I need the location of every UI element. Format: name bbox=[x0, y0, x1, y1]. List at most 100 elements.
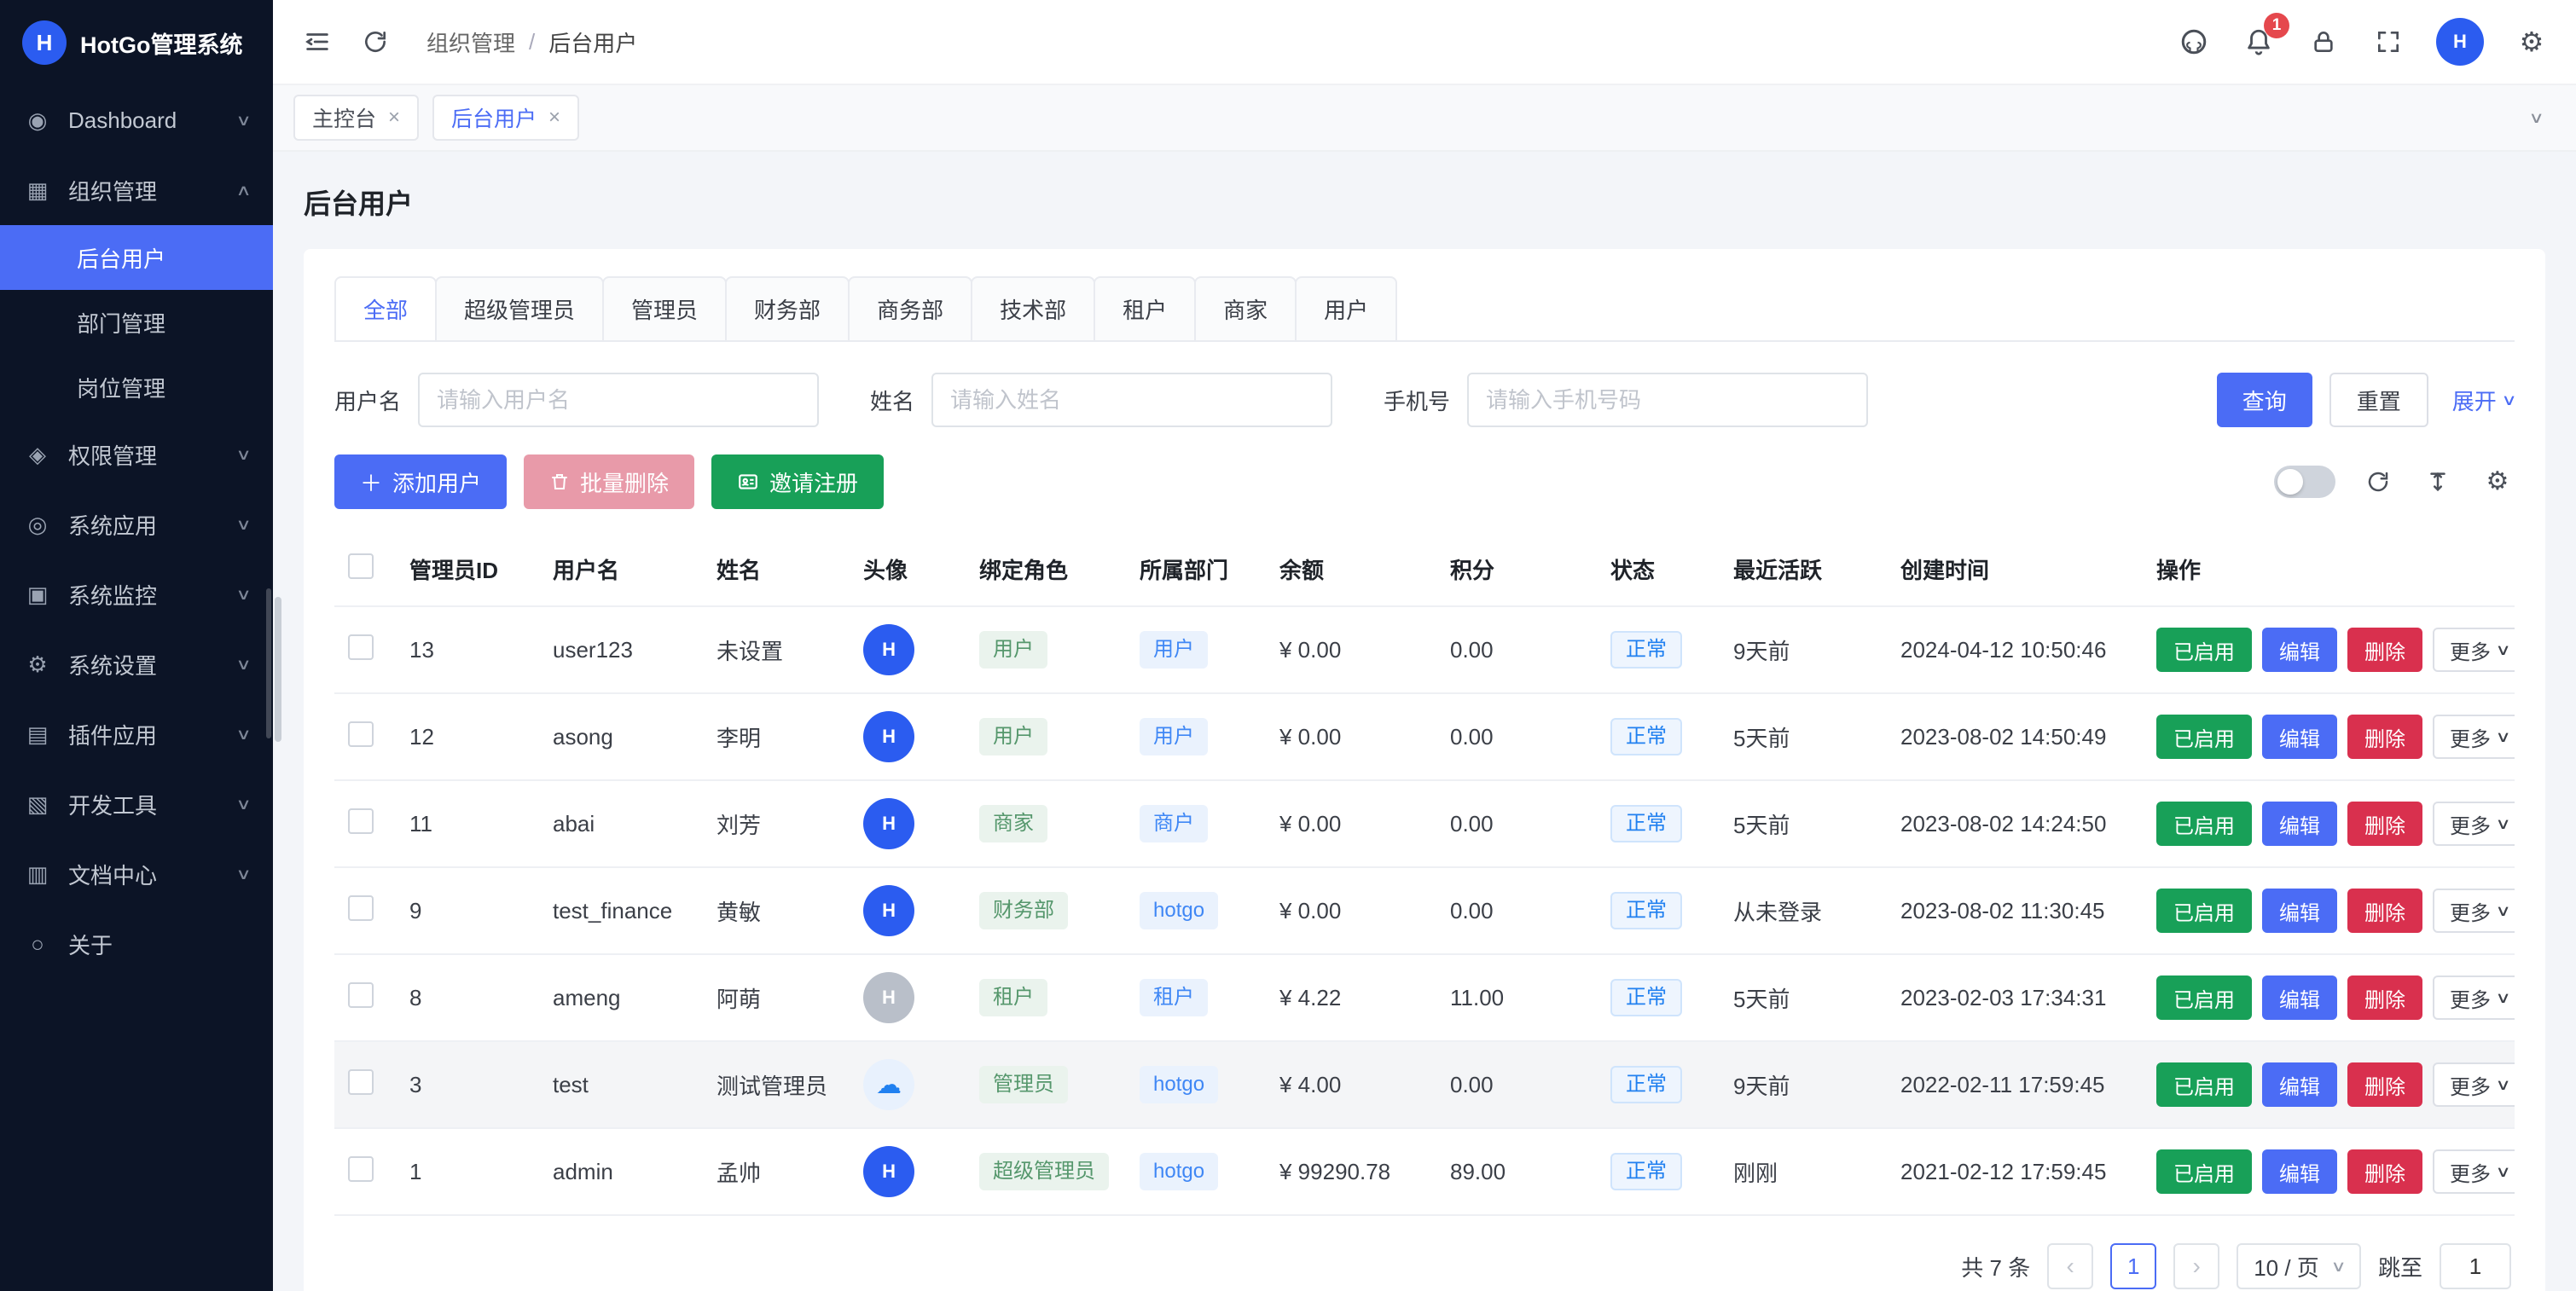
delete-button[interactable]: 删除 bbox=[2347, 715, 2422, 759]
enabled-button[interactable]: 已启用 bbox=[2156, 889, 2252, 933]
open-tab[interactable]: 主控台× bbox=[293, 95, 419, 141]
striped-toggle[interactable] bbox=[2274, 466, 2335, 498]
sidebar-item-system-app[interactable]: ◎系统应用∨ bbox=[0, 489, 273, 559]
row-height-icon[interactable] bbox=[2421, 465, 2455, 499]
enabled-button[interactable]: 已启用 bbox=[2156, 975, 2252, 1020]
delete-button[interactable]: 删除 bbox=[2347, 1149, 2422, 1194]
delete-button[interactable]: 删除 bbox=[2347, 628, 2422, 672]
sidebar-item-dev-tools[interactable]: ▧开发工具∨ bbox=[0, 769, 273, 839]
tabs-chevron-down-icon[interactable]: ∨ bbox=[2509, 109, 2563, 127]
reset-button[interactable]: 重置 bbox=[2329, 373, 2428, 427]
enabled-button[interactable]: 已启用 bbox=[2156, 628, 2252, 672]
add-user-button[interactable]: ＋ 添加用户 bbox=[334, 454, 507, 509]
sidebar-item-dashboard[interactable]: ◉Dashboard∨ bbox=[0, 85, 273, 155]
page-scrollbar[interactable] bbox=[275, 597, 281, 742]
filter-tab[interactable]: 财务部 bbox=[725, 276, 850, 340]
enabled-button[interactable]: 已启用 bbox=[2156, 715, 2252, 759]
edit-button[interactable]: 编辑 bbox=[2262, 802, 2337, 846]
page-number-button[interactable]: 1 bbox=[2110, 1243, 2156, 1289]
edit-button[interactable]: 编辑 bbox=[2262, 715, 2337, 759]
close-tab-icon[interactable]: × bbox=[548, 106, 560, 130]
row-checkbox[interactable] bbox=[348, 808, 374, 834]
settings-gear-icon[interactable]: ⚙ bbox=[2515, 25, 2549, 59]
more-button[interactable]: 更多∨ bbox=[2433, 975, 2515, 1020]
expand-toggle[interactable]: 展开 ∨ bbox=[2452, 385, 2515, 416]
delete-button[interactable]: 删除 bbox=[2347, 889, 2422, 933]
column-header: 余额 bbox=[1266, 533, 1436, 606]
avatar[interactable]: H bbox=[863, 711, 914, 762]
user-avatar[interactable]: H bbox=[2436, 18, 2484, 66]
username-input[interactable] bbox=[418, 373, 819, 427]
more-button[interactable]: 更多∨ bbox=[2433, 1062, 2515, 1107]
invite-register-button[interactable]: 邀请注册 bbox=[711, 454, 884, 509]
query-button[interactable]: 查询 bbox=[2217, 373, 2312, 427]
enabled-button[interactable]: 已启用 bbox=[2156, 1149, 2252, 1194]
edit-button[interactable]: 编辑 bbox=[2262, 628, 2337, 672]
table-refresh-icon[interactable] bbox=[2361, 465, 2395, 499]
more-button[interactable]: 更多∨ bbox=[2433, 715, 2515, 759]
phone-input[interactable] bbox=[1467, 373, 1868, 427]
delete-button[interactable]: 删除 bbox=[2347, 975, 2422, 1020]
sidebar-item-system-monitor[interactable]: ▣系统监控∨ bbox=[0, 559, 273, 629]
close-tab-icon[interactable]: × bbox=[388, 106, 400, 130]
next-page-button[interactable]: › bbox=[2173, 1243, 2219, 1289]
fullscreen-icon[interactable] bbox=[2371, 25, 2405, 59]
row-checkbox[interactable] bbox=[348, 895, 374, 921]
filter-tab[interactable]: 商务部 bbox=[848, 276, 972, 340]
github-icon[interactable] bbox=[2177, 25, 2211, 59]
enabled-button[interactable]: 已启用 bbox=[2156, 1062, 2252, 1107]
notification-bell-icon[interactable]: 1 bbox=[2242, 25, 2276, 59]
sidebar-item-permission[interactable]: ◈权限管理∨ bbox=[0, 420, 273, 489]
sidebar-subitem-dept-manage[interactable]: 部门管理 bbox=[0, 290, 273, 355]
avatar[interactable]: H bbox=[863, 624, 914, 675]
row-checkbox[interactable] bbox=[348, 1156, 374, 1182]
avatar[interactable]: H bbox=[863, 1146, 914, 1197]
row-checkbox[interactable] bbox=[348, 1069, 374, 1095]
edit-button[interactable]: 编辑 bbox=[2262, 889, 2337, 933]
row-checkbox[interactable] bbox=[348, 982, 374, 1008]
sidebar-item-org[interactable]: ▦组织管理∧ bbox=[0, 155, 273, 225]
sidebar-scrollbar[interactable] bbox=[266, 588, 271, 738]
filter-tab[interactable]: 超级管理员 bbox=[435, 276, 604, 340]
more-button[interactable]: 更多∨ bbox=[2433, 889, 2515, 933]
sidebar-subitem-backend-users[interactable]: 后台用户 bbox=[0, 225, 273, 290]
sidebar-item-about[interactable]: ○关于 bbox=[0, 909, 273, 979]
edit-button[interactable]: 编辑 bbox=[2262, 1149, 2337, 1194]
more-button[interactable]: 更多∨ bbox=[2433, 802, 2515, 846]
sidebar-item-doc-center[interactable]: ▥文档中心∨ bbox=[0, 839, 273, 909]
enabled-button[interactable]: 已启用 bbox=[2156, 802, 2252, 846]
menu-fold-icon[interactable] bbox=[300, 25, 334, 59]
sidebar-item-system-settings[interactable]: ⚙系统设置∨ bbox=[0, 629, 273, 699]
filter-tab[interactable]: 租户 bbox=[1094, 276, 1196, 340]
avatar[interactable]: H bbox=[863, 885, 914, 936]
filter-tab[interactable]: 管理员 bbox=[602, 276, 727, 340]
filter-tab[interactable]: 商家 bbox=[1194, 276, 1297, 340]
edit-button[interactable]: 编辑 bbox=[2262, 975, 2337, 1020]
open-tab[interactable]: 后台用户× bbox=[432, 95, 579, 141]
delete-button[interactable]: 删除 bbox=[2347, 1062, 2422, 1107]
column-settings-gear-icon[interactable]: ⚙ bbox=[2480, 465, 2515, 499]
avatar[interactable]: ☁ bbox=[863, 1059, 914, 1110]
filter-tab[interactable]: 技术部 bbox=[971, 276, 1095, 340]
delete-button[interactable]: 删除 bbox=[2347, 802, 2422, 846]
sidebar-subitem-post-manage[interactable]: 岗位管理 bbox=[0, 355, 273, 420]
more-button[interactable]: 更多∨ bbox=[2433, 628, 2515, 672]
avatar[interactable]: H bbox=[863, 972, 914, 1023]
name-input[interactable] bbox=[931, 373, 1332, 427]
row-checkbox[interactable] bbox=[348, 634, 374, 660]
jump-input[interactable] bbox=[2440, 1243, 2511, 1289]
lock-icon[interactable] bbox=[2306, 25, 2341, 59]
select-all-checkbox[interactable] bbox=[348, 553, 374, 579]
refresh-icon[interactable] bbox=[358, 25, 392, 59]
sidebar-item-plugin-app[interactable]: ▤插件应用∨ bbox=[0, 699, 273, 769]
breadcrumb-item[interactable]: 组织管理 bbox=[426, 26, 515, 58]
more-button[interactable]: 更多∨ bbox=[2433, 1149, 2515, 1194]
filter-tab[interactable]: 全部 bbox=[334, 276, 437, 340]
row-checkbox[interactable] bbox=[348, 721, 374, 747]
avatar[interactable]: H bbox=[863, 798, 914, 849]
edit-button[interactable]: 编辑 bbox=[2262, 1062, 2337, 1107]
batch-delete-button[interactable]: 批量删除 bbox=[524, 454, 694, 509]
page-size-select[interactable]: 10 / 页 ∨ bbox=[2237, 1243, 2361, 1289]
filter-tab[interactable]: 用户 bbox=[1295, 276, 1397, 340]
prev-page-button[interactable]: ‹ bbox=[2047, 1243, 2093, 1289]
